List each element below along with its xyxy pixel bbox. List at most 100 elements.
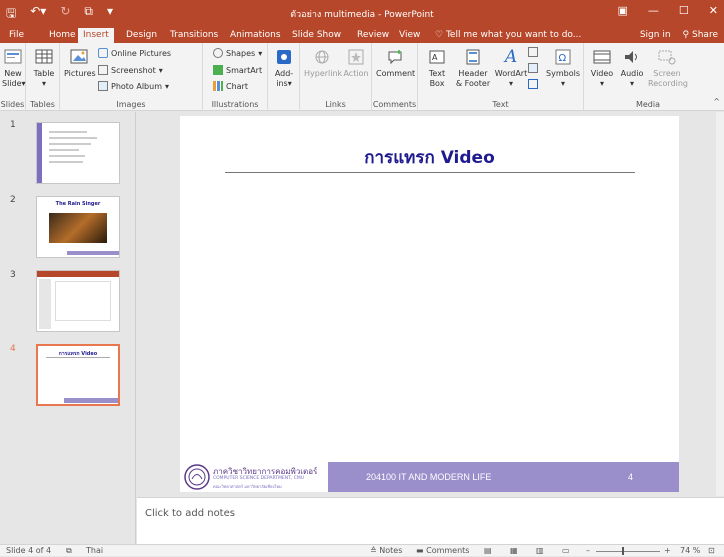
notes-pane[interactable]: Click to add notes	[137, 497, 724, 544]
language-indicator[interactable]: Thai	[86, 545, 103, 557]
tab-insert[interactable]: Insert	[78, 28, 114, 43]
smartart-icon	[213, 65, 223, 75]
date-time-icon[interactable]	[528, 47, 538, 57]
addins-icon	[274, 47, 294, 67]
slide-thumbnail-2[interactable]: The Rain Singer	[36, 196, 120, 258]
thumb-number: 2	[10, 195, 16, 205]
shapes-button[interactable]: Shapes ▾	[213, 48, 262, 58]
group-label-links: Links	[325, 100, 346, 109]
video-button[interactable]: Video ▾	[588, 47, 616, 89]
photo-album-button[interactable]: Photo Album ▾	[98, 81, 169, 91]
tab-home[interactable]: Home	[44, 28, 81, 43]
slide-sorter-icon[interactable]: ▦	[510, 545, 518, 557]
thumb-number: 3	[10, 270, 16, 280]
thumb-number: 4	[10, 344, 16, 354]
zoom-slider[interactable]	[596, 551, 660, 552]
group-label-tables: Tables	[30, 100, 55, 109]
object-icon[interactable]	[528, 79, 538, 89]
globe-picture-icon	[98, 48, 108, 58]
globe-link-icon	[312, 47, 332, 67]
notes-icon: ≙	[370, 546, 377, 555]
text-box-icon: A	[427, 47, 447, 67]
slide-number-icon[interactable]	[528, 63, 538, 73]
screenshot-button[interactable]: Screenshot ▾	[98, 65, 163, 75]
group-illustrations: Shapes ▾ SmartArt Chart Illustrations	[203, 43, 268, 111]
hyperlink-button[interactable]: Hyperlink	[304, 47, 342, 79]
new-comment-icon	[385, 47, 405, 67]
smartart-button[interactable]: SmartArt	[213, 65, 262, 75]
tab-animations[interactable]: Animations	[225, 28, 286, 43]
tab-file[interactable]: File	[4, 28, 29, 43]
minimize-icon[interactable]: —	[648, 4, 659, 17]
svg-text:A: A	[432, 53, 438, 62]
spelling-check-icon[interactable]: ⧉	[66, 545, 72, 557]
ribbon-display-options-icon[interactable]: ▣	[618, 4, 628, 17]
status-bar: Slide 4 of 4 ⧉ Thai ≙ Notes ▬ Comments ▤…	[0, 544, 724, 556]
tab-slide-show[interactable]: Slide Show	[287, 28, 346, 43]
screen-recording-button[interactable]: Screen Recording	[648, 47, 688, 89]
current-slide[interactable]: การแทรก Video ภาควิชาวิทยาการคอมพิวเตอร์…	[180, 116, 679, 492]
footer-course: 204100 IT AND MODERN LIFE	[366, 472, 492, 482]
slide-editing-area: การแทรก Video ภาควิชาวิทยาการคอมพิวเตอร์…	[137, 112, 724, 496]
new-slide-button[interactable]: New Slide▾	[2, 47, 26, 89]
photo-album-icon	[98, 81, 108, 91]
online-pictures-button[interactable]: Online Pictures	[98, 48, 171, 58]
action-button[interactable]: Action	[342, 47, 370, 79]
maximize-icon[interactable]: ☐	[679, 4, 689, 17]
slide-thumbnail-4[interactable]: การแทรก Video	[36, 344, 120, 406]
reading-view-icon[interactable]: ▥	[536, 545, 544, 557]
share-button[interactable]: ⚲ Share	[683, 28, 718, 43]
group-links: Hyperlink Action Links	[300, 43, 372, 111]
shapes-icon	[213, 48, 223, 58]
slideshow-view-icon[interactable]: ▭	[562, 545, 570, 557]
comments-toggle-button[interactable]: ▬ Comments	[416, 545, 469, 557]
close-icon[interactable]: ✕	[709, 4, 718, 17]
addins-button[interactable]: Add- ins▾	[273, 47, 295, 89]
vertical-scrollbar[interactable]	[716, 112, 724, 496]
header-footer-icon	[463, 47, 483, 67]
fit-to-window-icon[interactable]: ⊡	[708, 545, 715, 557]
collapse-ribbon-icon[interactable]: ^	[713, 97, 720, 106]
tab-review[interactable]: Review	[352, 28, 394, 43]
text-box-button[interactable]: A Text Box	[424, 47, 450, 89]
group-text: A Text Box Header & Footer A WordArt ▾ Ω…	[418, 43, 584, 111]
tab-transitions[interactable]: Transitions	[165, 28, 223, 43]
group-label-slides: Slides	[0, 100, 25, 109]
group-label-comments: Comments	[372, 100, 417, 109]
zoom-slider-thumb[interactable]	[622, 547, 624, 555]
slide-thumbnail-1[interactable]	[36, 122, 120, 184]
notes-toggle-button[interactable]: ≙ Notes	[370, 545, 402, 557]
symbols-button[interactable]: Ω Symbols ▾	[544, 47, 582, 89]
zoom-out-icon[interactable]: –	[586, 545, 590, 557]
tab-design[interactable]: Design	[121, 28, 162, 43]
tab-view[interactable]: View	[394, 28, 425, 43]
audio-button[interactable]: Audio ▾	[618, 47, 646, 89]
pictures-button[interactable]: Pictures	[64, 47, 96, 79]
sign-in-link[interactable]: Sign in	[640, 28, 671, 43]
comment-button[interactable]: Comment	[376, 47, 415, 79]
video-icon	[592, 47, 612, 67]
window-title: ตัวอย่าง multimedia - PowerPoint	[290, 10, 434, 20]
ribbon: New Slide▾ Slides Table ▾ Tables Picture…	[0, 43, 724, 111]
ribbon-tabs: File Home Insert Design Transitions Anim…	[0, 26, 724, 43]
footer-page-number: 4	[628, 472, 634, 482]
notes-placeholder: Click to add notes	[145, 508, 235, 519]
thumb-number: 1	[10, 120, 16, 130]
title-underline	[225, 172, 635, 173]
wordart-button[interactable]: A WordArt ▾	[494, 47, 528, 89]
table-button[interactable]: Table ▾	[32, 47, 56, 89]
header-footer-button[interactable]: Header & Footer	[454, 47, 492, 89]
comments-icon: ▬	[416, 546, 424, 555]
thumb-sidebar	[37, 123, 42, 183]
zoom-level[interactable]: 74 %	[680, 545, 700, 557]
chart-button[interactable]: Chart	[213, 81, 248, 91]
omega-icon: Ω	[553, 47, 573, 67]
zoom-in-icon[interactable]: +	[664, 545, 671, 557]
group-slides: New Slide▾ Slides	[0, 43, 26, 111]
slide-thumbnail-3[interactable]	[36, 270, 120, 332]
slide-title[interactable]: การแทรก Video	[180, 144, 679, 171]
normal-view-icon[interactable]: ▤	[484, 545, 492, 557]
pictures-icon	[69, 47, 89, 67]
tell-me-box[interactable]: ♡ Tell me what you want to do...	[430, 28, 586, 43]
svg-text:Ω: Ω	[559, 53, 567, 64]
